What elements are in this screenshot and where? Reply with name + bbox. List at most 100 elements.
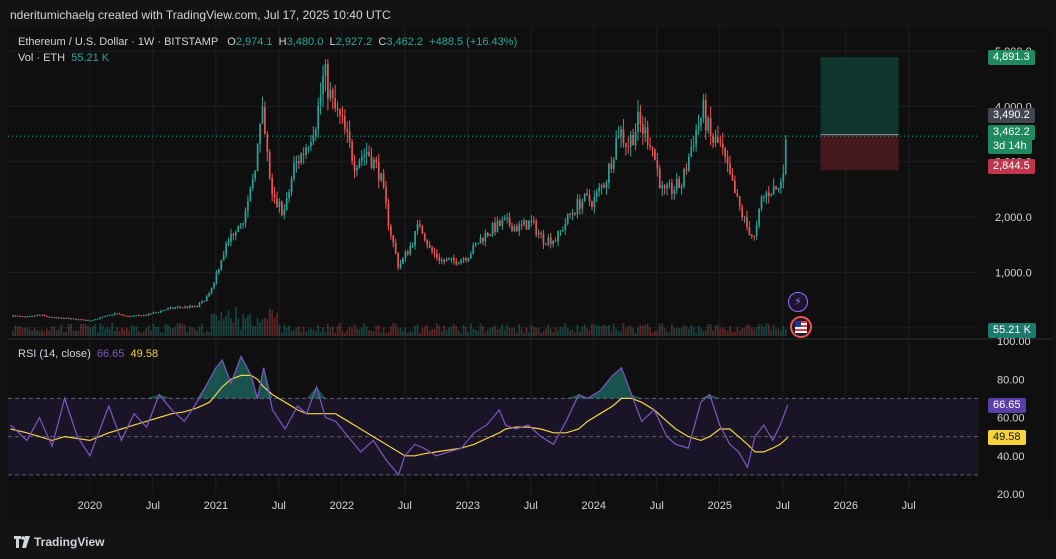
tradingview-brand[interactable]: TradingView <box>34 535 104 549</box>
candle-body <box>222 254 225 261</box>
volume-bar <box>75 330 77 336</box>
volume-bar <box>399 327 402 336</box>
volume-bar <box>477 330 479 336</box>
volume-bar <box>552 332 555 336</box>
volume-bar <box>644 324 647 336</box>
candle-body <box>455 260 458 265</box>
volume-bar <box>767 324 770 336</box>
volume-bar <box>251 325 254 336</box>
candle-body <box>198 303 201 307</box>
volume-bar <box>591 323 593 336</box>
volume-bar <box>365 326 368 336</box>
volume-bar <box>763 326 765 336</box>
tradingview-logo-icon[interactable] <box>14 536 30 548</box>
candle-body <box>331 89 334 98</box>
candle-body <box>680 186 683 188</box>
symbol-legend: Ethereum / U.S. Dollar · 1W · BITSTAMP O… <box>18 34 517 66</box>
volume-bar <box>101 325 104 336</box>
candle-body <box>423 233 426 241</box>
candle-body <box>147 313 150 316</box>
candle-body <box>390 226 392 236</box>
stop-zone[interactable] <box>820 134 899 171</box>
candle-body <box>530 220 533 222</box>
candle-body <box>65 317 68 319</box>
volume-bar <box>671 324 673 336</box>
volume-bar <box>210 313 213 336</box>
volume-bar <box>36 330 39 336</box>
volume-bar <box>433 328 436 336</box>
candle-body <box>380 173 383 181</box>
us-flag-glyph <box>795 321 807 333</box>
candle-body <box>523 220 525 225</box>
candle-body <box>695 129 697 146</box>
volume-bar <box>595 325 598 336</box>
candle-body <box>578 199 581 209</box>
volume-bar <box>508 327 511 336</box>
candle-body <box>155 312 157 314</box>
candle-body <box>273 194 276 199</box>
candle-body <box>12 315 14 317</box>
candle-body <box>641 124 644 134</box>
volume-bar <box>741 327 743 336</box>
volume-bar <box>712 330 714 336</box>
volume-bar <box>460 332 462 336</box>
volume-bar <box>249 314 252 336</box>
candle-body <box>554 240 557 242</box>
candle-body <box>697 125 700 130</box>
candle-body <box>758 208 760 226</box>
candle-body <box>542 233 545 245</box>
candle-body <box>193 305 196 307</box>
volume-bar <box>256 317 259 336</box>
candle-body <box>467 258 470 261</box>
rsi-ma-value-tag: 49.58 <box>988 430 1026 445</box>
volume-bar <box>70 323 72 336</box>
symbol-title[interactable]: Ethereum / U.S. Dollar · 1W · BITSTAMP <box>18 36 218 48</box>
us-flag-icon[interactable] <box>790 316 812 338</box>
volume-bar <box>491 326 494 336</box>
candle-body <box>501 220 504 226</box>
candle-body <box>508 217 511 226</box>
volume-bar <box>327 324 329 336</box>
volume-bar <box>317 325 320 336</box>
volume-bar <box>302 326 305 336</box>
volume-bar <box>578 331 581 336</box>
lightning-icon[interactable]: ⚡ <box>788 292 808 312</box>
volume-bar <box>465 326 467 336</box>
candle-body <box>416 224 419 232</box>
candle-body <box>67 317 70 319</box>
volume-bar <box>232 322 235 336</box>
candle-body <box>775 186 777 190</box>
candle-body <box>576 199 579 215</box>
volume-bar <box>33 327 36 336</box>
rsi-label[interactable]: RSI (14, close) <box>18 348 91 360</box>
target-price-tag: 4,891.3 <box>988 50 1035 65</box>
candle-body <box>583 193 586 202</box>
candle-body <box>453 257 455 261</box>
volume-bar <box>455 326 458 336</box>
x-tick-label: Jul <box>902 500 916 512</box>
candle-body <box>608 163 610 184</box>
candle-body <box>307 146 310 148</box>
volume-bar <box>610 331 613 336</box>
candle-body <box>404 251 407 258</box>
candle-body <box>96 318 99 320</box>
volume-bar <box>440 331 443 336</box>
candle-body <box>58 317 60 319</box>
candle-body <box>748 226 751 236</box>
candle-body <box>295 161 298 164</box>
x-tick-label: Jul <box>776 500 790 512</box>
volume-bar <box>549 328 552 336</box>
candle-body <box>157 312 160 314</box>
target-zone[interactable] <box>820 57 899 135</box>
x-tick-label: 2023 <box>456 500 480 512</box>
volume-bar <box>273 317 276 336</box>
volume-bar <box>404 327 407 336</box>
chart-canvas[interactable]: 2020 Jul 2021 Jul 2022 Jul 2023 Jul 2024 Jul 2025 J… <box>8 28 1052 520</box>
open-value: 2,974.1 <box>235 36 273 48</box>
volume-bar <box>736 327 739 336</box>
chart-area[interactable]: 2020 Jul 2021 Jul 2022 Jul 2023 Jul 2024 Jul 2025 J… <box>8 28 1052 520</box>
candle-body <box>210 287 213 294</box>
rsi-overbought-fill <box>209 367 216 399</box>
volume-bar <box>276 312 278 336</box>
candle-body <box>746 216 748 227</box>
